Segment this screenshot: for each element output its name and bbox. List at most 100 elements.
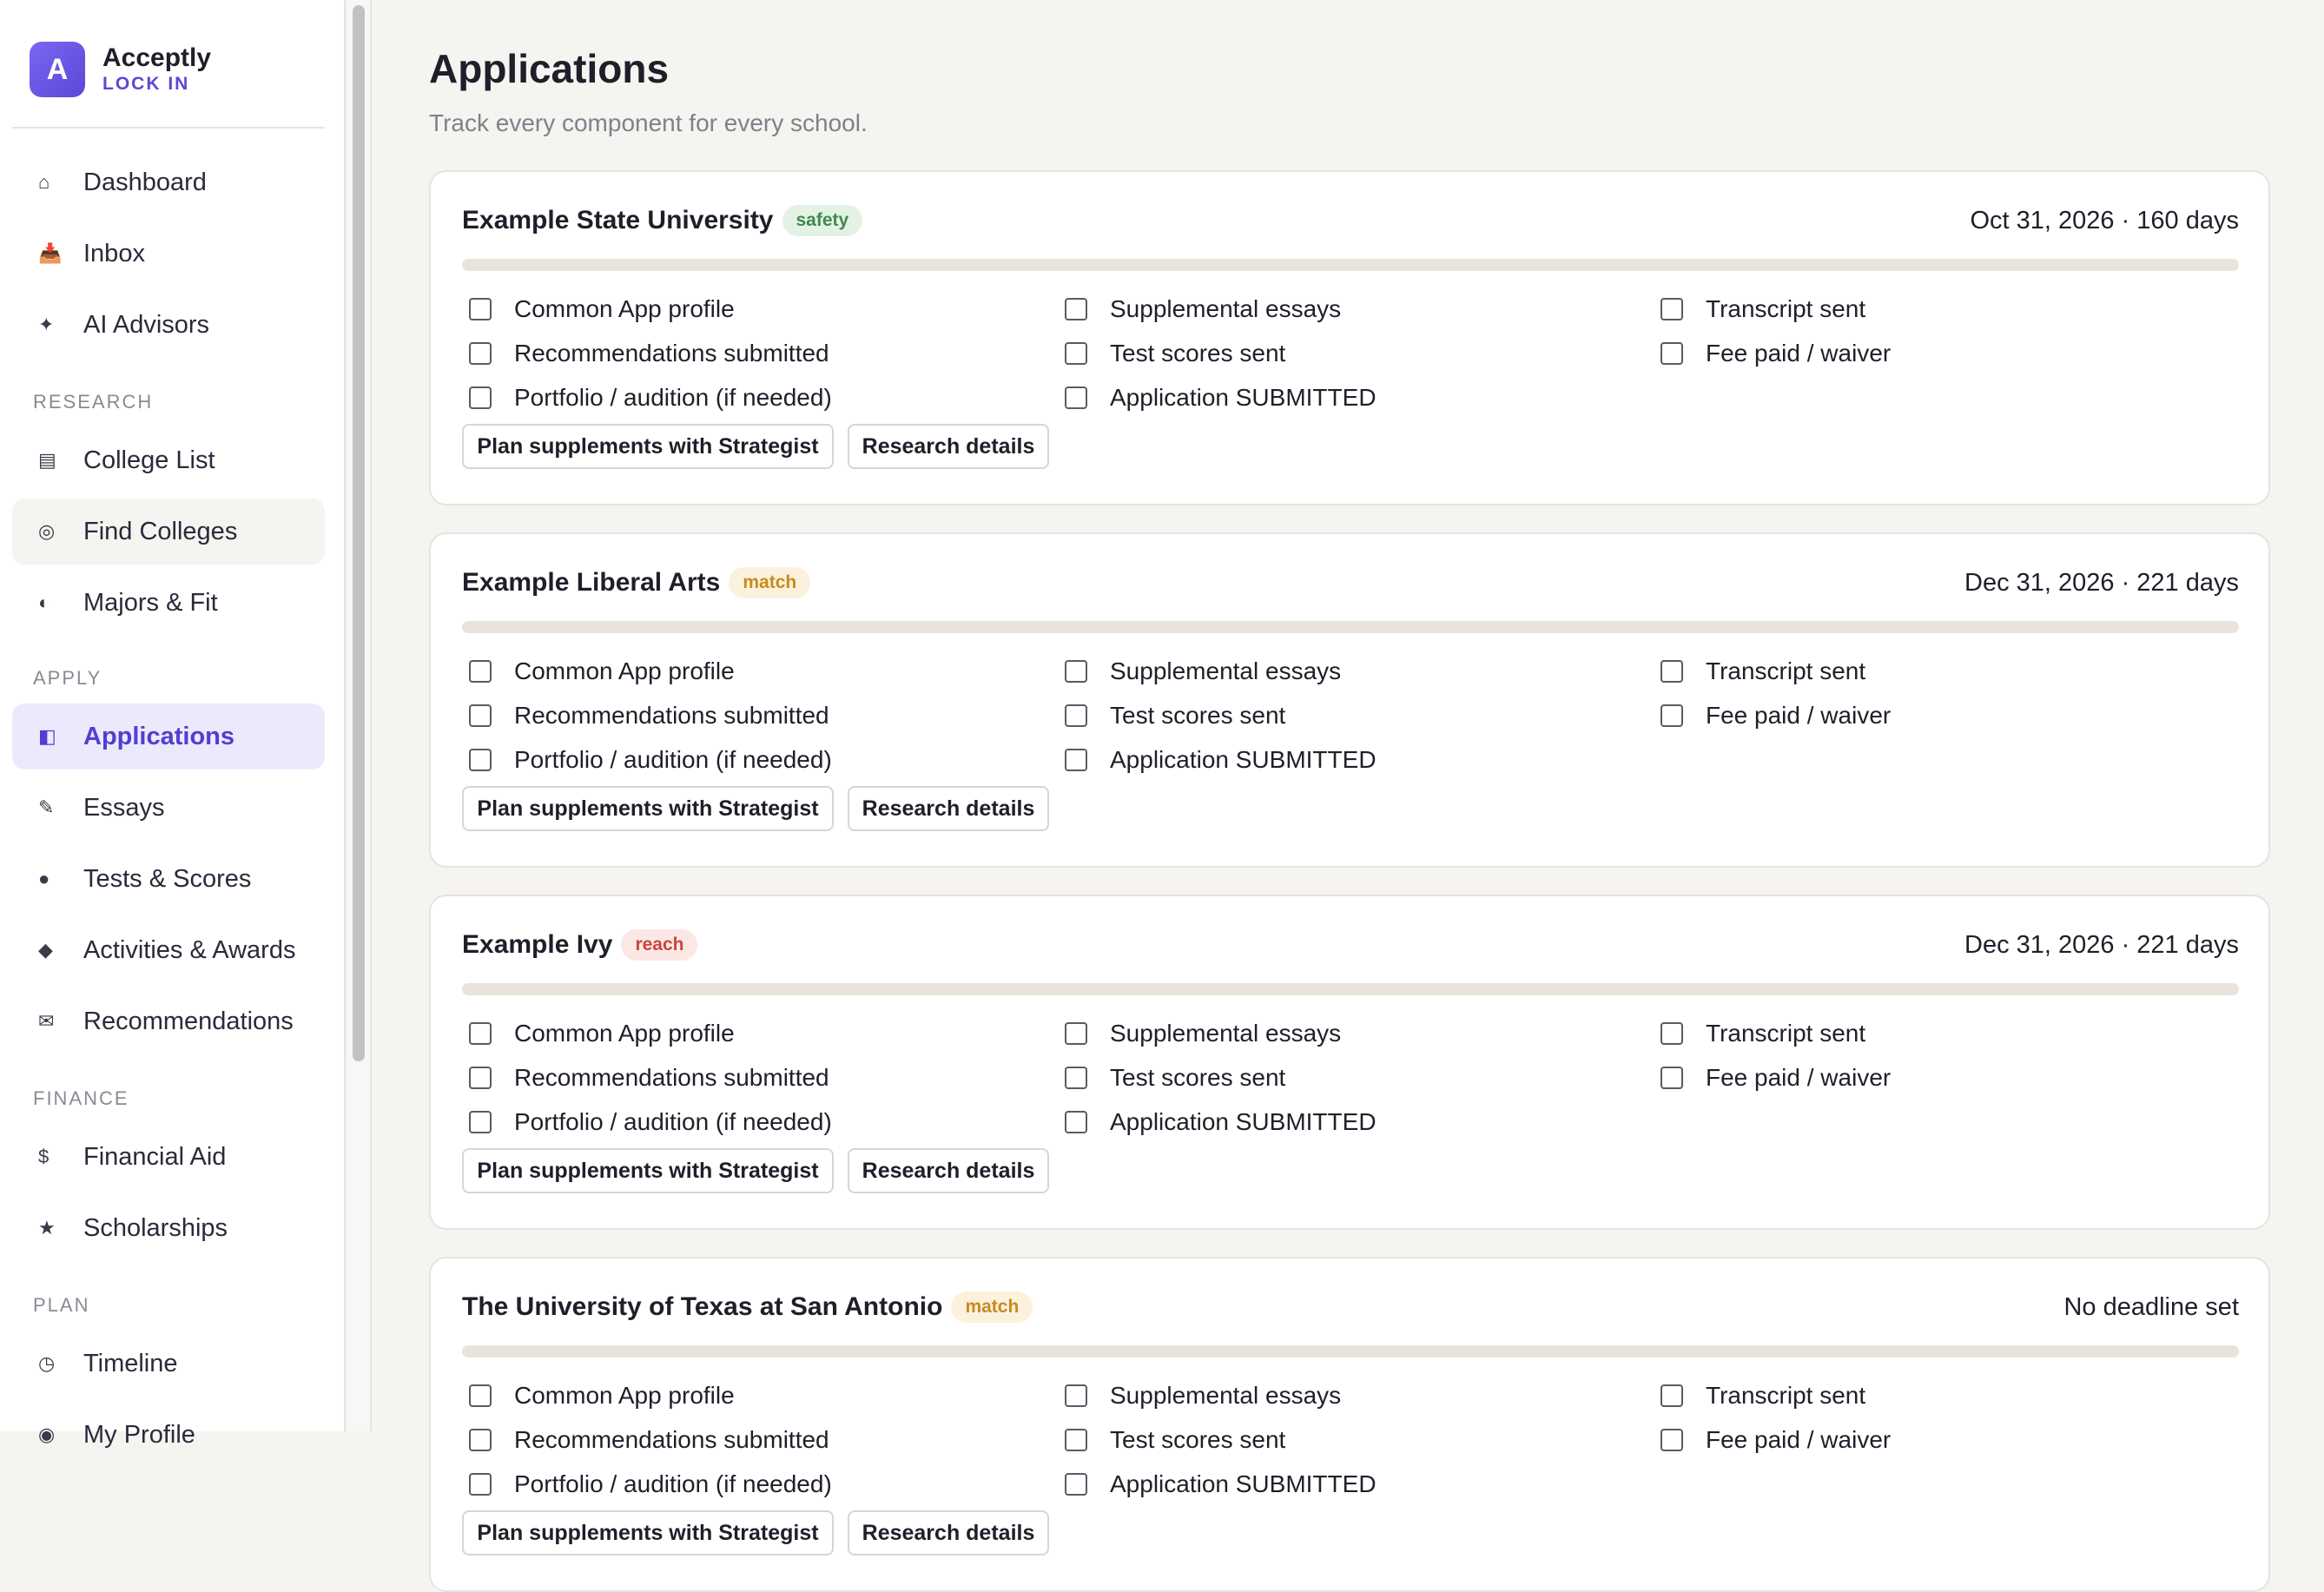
checklist-item-portfolio-audition-if-needed[interactable]: Portfolio / audition (if needed) [462,1108,832,1136]
checklist-item-fee-paid-waiver[interactable]: Fee paid / waiver [1654,1064,1891,1092]
checkbox[interactable] [1660,342,1683,365]
checkbox[interactable] [469,704,492,727]
school-name[interactable]: Example Liberal Arts [462,568,720,598]
sidebar-item-essays[interactable]: ✎ Essays [12,775,325,841]
checkbox[interactable] [469,386,492,409]
checkbox[interactable] [1065,1111,1087,1133]
checklist-item-application-submitted[interactable]: Application SUBMITTED [1058,1470,1377,1498]
checkbox[interactable] [1065,342,1087,365]
sidebar-item-find-colleges[interactable]: ◎ Find Colleges [12,499,325,565]
checkbox[interactable] [1660,1022,1683,1045]
checkbox[interactable] [1065,386,1087,409]
checkbox[interactable] [1065,704,1087,727]
sidebar-item-recommendations[interactable]: ✉ Recommendations [12,988,325,1054]
plan-supplements-button[interactable]: Plan supplements with Strategist [462,1148,834,1193]
checkbox[interactable] [469,1022,492,1045]
research-details-button[interactable]: Research details [848,786,1049,831]
research-details-button[interactable]: Research details [848,1148,1049,1193]
checklist-item-supplemental-essays[interactable]: Supplemental essays [1058,295,1341,323]
checklist-item-application-submitted[interactable]: Application SUBMITTED [1058,384,1377,412]
checkbox[interactable] [469,298,492,320]
checkbox[interactable] [1065,1473,1087,1496]
sidebar-item-scholarships[interactable]: ★ Scholarships [12,1195,325,1261]
checkbox[interactable] [1065,1429,1087,1451]
sidebar-scrollbar-thumb[interactable] [353,5,365,1061]
checklist-item-test-scores-sent[interactable]: Test scores sent [1058,1426,1285,1454]
checkbox[interactable] [1065,1384,1087,1407]
research-details-button[interactable]: Research details [848,424,1049,469]
sidebar-item-my-profile[interactable]: ◉ My Profile [12,1402,325,1468]
checklist-item-common-app-profile[interactable]: Common App profile [462,657,735,685]
checklist-item-transcript-sent[interactable]: Transcript sent [1654,295,1865,323]
checkbox[interactable] [1065,749,1087,771]
profile-icon: ◉ [38,1424,56,1445]
checklist-item-supplemental-essays[interactable]: Supplemental essays [1058,1382,1341,1410]
checklist-label: Fee paid / waiver [1706,1426,1892,1453]
checklist-item-supplemental-essays[interactable]: Supplemental essays [1058,1020,1341,1047]
sidebar-item-applications[interactable]: ◧ Applications [12,704,325,770]
checklist-label: Recommendations submitted [514,1426,829,1453]
plan-supplements-button[interactable]: Plan supplements with Strategist [462,1510,834,1556]
sidebar-item-activities-and-awards[interactable]: ◆ Activities & Awards [12,917,325,983]
plan-supplements-button[interactable]: Plan supplements with Strategist [462,424,834,469]
checklist-item-test-scores-sent[interactable]: Test scores sent [1058,702,1285,730]
sidebar-item-financial-aid[interactable]: $ Financial Aid [12,1124,325,1190]
checklist-item-common-app-profile[interactable]: Common App profile [462,1382,735,1410]
checklist-item-fee-paid-waiver[interactable]: Fee paid / waiver [1654,1426,1891,1454]
checkbox[interactable] [1065,1067,1087,1089]
checklist-item-recommendations-submitted[interactable]: Recommendations submitted [462,1064,829,1092]
checkbox[interactable] [469,1429,492,1451]
checklist-item-recommendations-submitted[interactable]: Recommendations submitted [462,340,829,367]
checkbox[interactable] [1660,660,1683,683]
research-details-button[interactable]: Research details [848,1510,1049,1556]
sidebar-item-timeline[interactable]: ◷ Timeline [12,1331,325,1397]
sidebar-item-majors-and-fit[interactable]: ◐ Majors & Fit [12,570,325,636]
checklist-item-common-app-profile[interactable]: Common App profile [462,295,735,323]
checklist-label: Fee paid / waiver [1706,340,1892,367]
sidebar-item-dashboard[interactable]: ⌂ Dashboard [12,149,325,215]
checklist-item-fee-paid-waiver[interactable]: Fee paid / waiver [1654,340,1891,367]
sidebar-item-ai-advisors[interactable]: ✦ AI Advisors [12,292,325,358]
school-name[interactable]: The University of Texas at San Antonio [462,1292,942,1322]
deadline-text: Dec 31, 2026 · 221 days [1964,569,2239,597]
checkbox[interactable] [1660,298,1683,320]
checklist-item-fee-paid-waiver[interactable]: Fee paid / waiver [1654,702,1891,730]
checklist-item-transcript-sent[interactable]: Transcript sent [1654,1020,1865,1047]
checklist-item-recommendations-submitted[interactable]: Recommendations submitted [462,1426,829,1454]
school-name[interactable]: Example Ivy [462,930,612,960]
checkbox[interactable] [469,660,492,683]
checkbox[interactable] [1660,1067,1683,1089]
checkbox[interactable] [469,1111,492,1133]
checkbox[interactable] [469,1067,492,1089]
sidebar-item-tests-and-scores[interactable]: ● Tests & Scores [12,846,325,912]
checklist-item-recommendations-submitted[interactable]: Recommendations submitted [462,702,829,730]
checkbox[interactable] [1660,1384,1683,1407]
sidebar-item-inbox[interactable]: 📥 Inbox [12,221,325,287]
checklist-item-test-scores-sent[interactable]: Test scores sent [1058,1064,1285,1092]
checkbox[interactable] [1065,298,1087,320]
checkbox[interactable] [1660,1429,1683,1451]
checkbox[interactable] [1660,704,1683,727]
checklist-item-portfolio-audition-if-needed[interactable]: Portfolio / audition (if needed) [462,746,832,774]
plan-supplements-button[interactable]: Plan supplements with Strategist [462,786,834,831]
checklist-item-transcript-sent[interactable]: Transcript sent [1654,657,1865,685]
brand[interactable]: A Acceptly LOCK IN [30,42,211,97]
checklist-item-portfolio-audition-if-needed[interactable]: Portfolio / audition (if needed) [462,1470,832,1498]
sidebar-item-college-list[interactable]: ▤ College List [12,427,325,493]
checklist-item-supplemental-essays[interactable]: Supplemental essays [1058,657,1341,685]
progress-bar [462,983,2239,995]
checkbox[interactable] [1065,660,1087,683]
checkbox[interactable] [469,342,492,365]
checklist-label: Test scores sent [1110,702,1286,729]
checklist-item-transcript-sent[interactable]: Transcript sent [1654,1382,1865,1410]
checklist-item-application-submitted[interactable]: Application SUBMITTED [1058,746,1377,774]
checklist-item-common-app-profile[interactable]: Common App profile [462,1020,735,1047]
school-name[interactable]: Example State University [462,206,774,235]
checkbox[interactable] [469,749,492,771]
checklist-item-test-scores-sent[interactable]: Test scores sent [1058,340,1285,367]
checkbox[interactable] [1065,1022,1087,1045]
checklist-item-application-submitted[interactable]: Application SUBMITTED [1058,1108,1377,1136]
checkbox[interactable] [469,1473,492,1496]
checkbox[interactable] [469,1384,492,1407]
checklist-item-portfolio-audition-if-needed[interactable]: Portfolio / audition (if needed) [462,384,832,412]
